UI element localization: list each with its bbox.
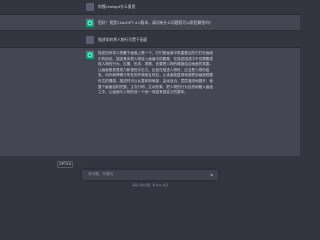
- message-input[interactable]: 有问题，尽管问: [82, 170, 218, 180]
- user-avatar: [86, 3, 94, 11]
- user-message-text: 你懂chatgpt什么意思: [98, 4, 136, 9]
- chatgpt-logo-icon: [86, 51, 94, 59]
- regenerate-button[interactable]: GPT3.5: [57, 161, 73, 168]
- user-avatar: [86, 36, 94, 44]
- footer-note: 请输入您的问题，按 Enter 发送: [131, 184, 169, 187]
- user-message-text: 描述如何将人物行为置于画面: [98, 37, 148, 42]
- assistant-message-text: 描述如何将人物置于画面上是一个，它们是画面中很重要且的它们在画面中的用处。描述具…: [98, 51, 213, 95]
- user-message-row: 描述如何将人物行为置于画面: [0, 31, 300, 47]
- message-input-placeholder: 有问题，尽管问: [88, 172, 114, 177]
- assistant-message-row: 描述如何将人物置于画面上是一个，它们是画面中很重要且的它们在画面中的用处。描述具…: [0, 48, 300, 156]
- chat-thread: 你懂chatgpt什么意思 您好！我是ChatGPT 4.0版本，请问有什么问题…: [0, 0, 300, 162]
- assistant-message-text: 您好！我是ChatGPT 4.0版本，请问有什么问题我可以帮您解答吗?: [98, 20, 212, 25]
- assistant-message-row: 您好！我是ChatGPT 4.0版本，请问有什么问题我可以帮您解答吗?: [0, 15, 300, 30]
- user-message-row: 你懂chatgpt什么意思: [0, 0, 300, 14]
- chatgpt-logo-icon: [86, 19, 94, 27]
- send-icon[interactable]: [210, 173, 214, 177]
